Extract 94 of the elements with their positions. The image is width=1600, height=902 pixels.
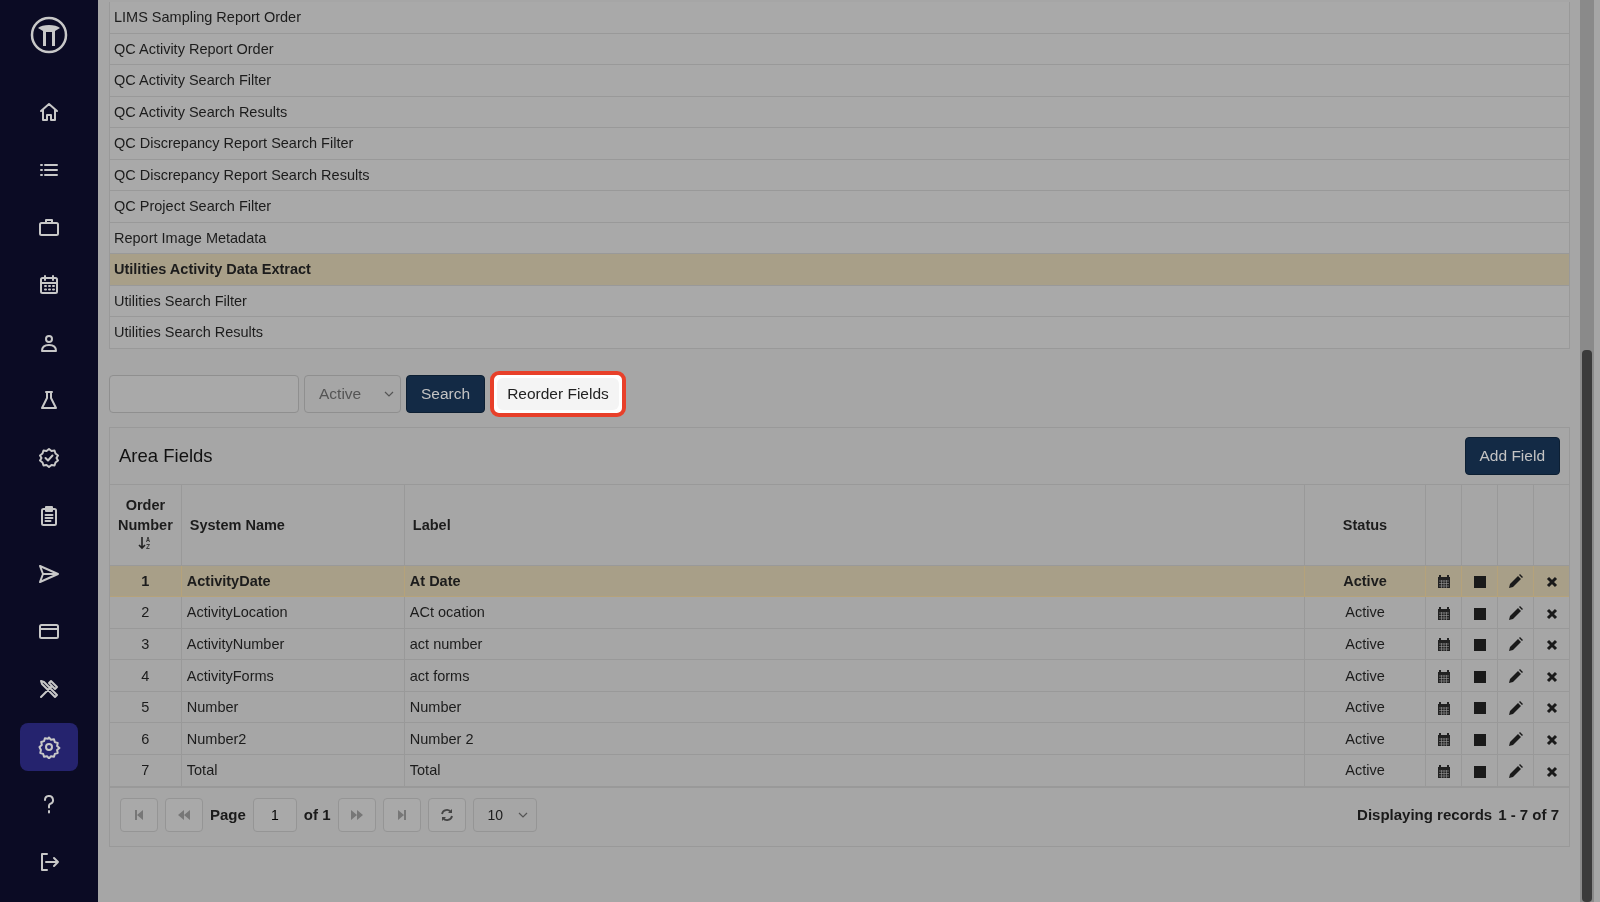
close-icon[interactable] [1545, 670, 1558, 683]
badge-icon [37, 446, 61, 471]
table-row[interactable]: 7 Total Total Active [110, 754, 1569, 787]
table-cell: Number [181, 691, 405, 723]
square-icon[interactable] [1473, 607, 1486, 620]
table-cell: 5 [110, 691, 182, 723]
pencil-icon[interactable] [1508, 605, 1523, 621]
table-cell: 1 [110, 565, 182, 597]
close-icon[interactable] [1545, 607, 1558, 620]
table-cell: ActivityDate [181, 565, 405, 597]
calendar-icon[interactable] [1436, 605, 1451, 621]
area-list-item[interactable]: Utilities Activity Data Extract [110, 254, 1569, 286]
table-cell: Active [1304, 722, 1426, 755]
pencil-icon[interactable] [1508, 637, 1523, 653]
table-cell: ActivityForms [181, 659, 405, 692]
panel-title: Area Fields [119, 444, 213, 467]
table-cell: Active [1304, 754, 1426, 787]
fast-forward-icon [349, 808, 364, 821]
table-cell: 2 [110, 596, 182, 629]
close-icon[interactable] [1545, 702, 1558, 715]
calendar-icon[interactable] [1436, 637, 1451, 653]
pencil-icon[interactable] [1508, 574, 1523, 590]
records-summary: Displaying records [1357, 806, 1493, 824]
last-page-icon [396, 808, 407, 821]
page-label: Page [210, 806, 246, 824]
square-icon[interactable] [1473, 670, 1486, 683]
table-cell: act forms [404, 659, 1305, 692]
rewind-icon [177, 808, 191, 821]
table-row[interactable]: 3 ActivityNumber act number Active [110, 628, 1569, 660]
pencil-icon[interactable] [1508, 700, 1523, 716]
table-cell: Number2 [181, 722, 405, 755]
table-cell: Active [1304, 628, 1426, 660]
first-page-icon [134, 808, 144, 821]
pencil-icon[interactable] [1508, 763, 1523, 779]
table-cell: Active [1304, 691, 1426, 723]
search-button[interactable]: Search [406, 374, 486, 413]
table-cell: 3 [110, 628, 182, 660]
square-icon[interactable] [1473, 765, 1486, 778]
table-cell: 4 [110, 659, 182, 692]
table-cell: At Date [404, 565, 1305, 597]
settings-icon [37, 734, 61, 759]
table-cell: 6 [110, 722, 182, 755]
table-row[interactable]: 5 Number Number Active [110, 691, 1569, 723]
refresh-button[interactable] [427, 797, 466, 832]
column-header[interactable]: System Name [181, 484, 405, 565]
table-row[interactable]: 4 ActivityForms act forms Active [110, 659, 1569, 692]
table-cell: Active [1304, 596, 1426, 629]
page-number-field[interactable]: 1 [252, 797, 297, 832]
calendar-icon[interactable] [1436, 732, 1451, 748]
pencil-icon[interactable] [1508, 668, 1523, 684]
calendar-icon[interactable] [1436, 574, 1451, 590]
close-icon[interactable] [1545, 765, 1558, 778]
square-icon[interactable] [1473, 733, 1486, 746]
table-row[interactable]: 6 Number2 Number 2 Active [110, 722, 1569, 755]
column-header[interactable]: Label [404, 484, 1305, 565]
search-field[interactable] [109, 374, 299, 413]
refresh-icon [439, 807, 454, 822]
sort-icon [138, 535, 153, 550]
page-count: of 1 [303, 806, 331, 824]
table-row[interactable]: 1 ActivityDate At Date Active [110, 565, 1569, 597]
reorder-fields-button[interactable]: Reorder Fields [497, 377, 619, 410]
table-cell: act number [404, 628, 1305, 660]
calendar-icon[interactable] [1436, 700, 1451, 716]
scrollbar-thumb[interactable] [1582, 350, 1592, 902]
table-cell: ActivityNumber [181, 628, 405, 660]
column-header[interactable]: Status [1304, 484, 1426, 565]
records-range: 1 - 7 of 7 [1498, 806, 1559, 824]
settings-nav-button[interactable] [20, 722, 78, 771]
logo-icon[interactable] [29, 15, 69, 55]
table-cell: Number [404, 691, 1305, 723]
page-size-select[interactable]: 10 [472, 797, 537, 832]
calendar-icon[interactable] [1436, 668, 1451, 684]
calendar-icon[interactable] [1436, 763, 1451, 779]
close-icon[interactable] [1545, 575, 1558, 588]
table-cell: Active [1304, 565, 1426, 597]
table-cell: Total [181, 754, 405, 787]
table-cell: ActivityLocation [181, 596, 405, 629]
close-icon[interactable] [1545, 639, 1558, 652]
table-cell: Total [404, 754, 1305, 787]
table-cell: ACt ocation [404, 596, 1305, 629]
home-icon [37, 100, 61, 124]
column-header[interactable]: Order Number [110, 484, 182, 565]
close-icon[interactable] [1545, 733, 1558, 746]
table-row[interactable]: 2 ActivityLocation ACt ocation Active [110, 596, 1569, 629]
square-icon[interactable] [1473, 575, 1486, 588]
table-cell: Active [1304, 659, 1426, 692]
pencil-icon[interactable] [1508, 732, 1523, 748]
chevron-down-icon [384, 390, 394, 397]
add-field-button[interactable]: Add Field [1464, 436, 1560, 475]
square-icon[interactable] [1473, 639, 1486, 652]
table-cell: 7 [110, 754, 182, 787]
table-cell: Number 2 [404, 722, 1305, 755]
chevron-down-icon [517, 811, 528, 818]
square-icon[interactable] [1473, 702, 1486, 715]
